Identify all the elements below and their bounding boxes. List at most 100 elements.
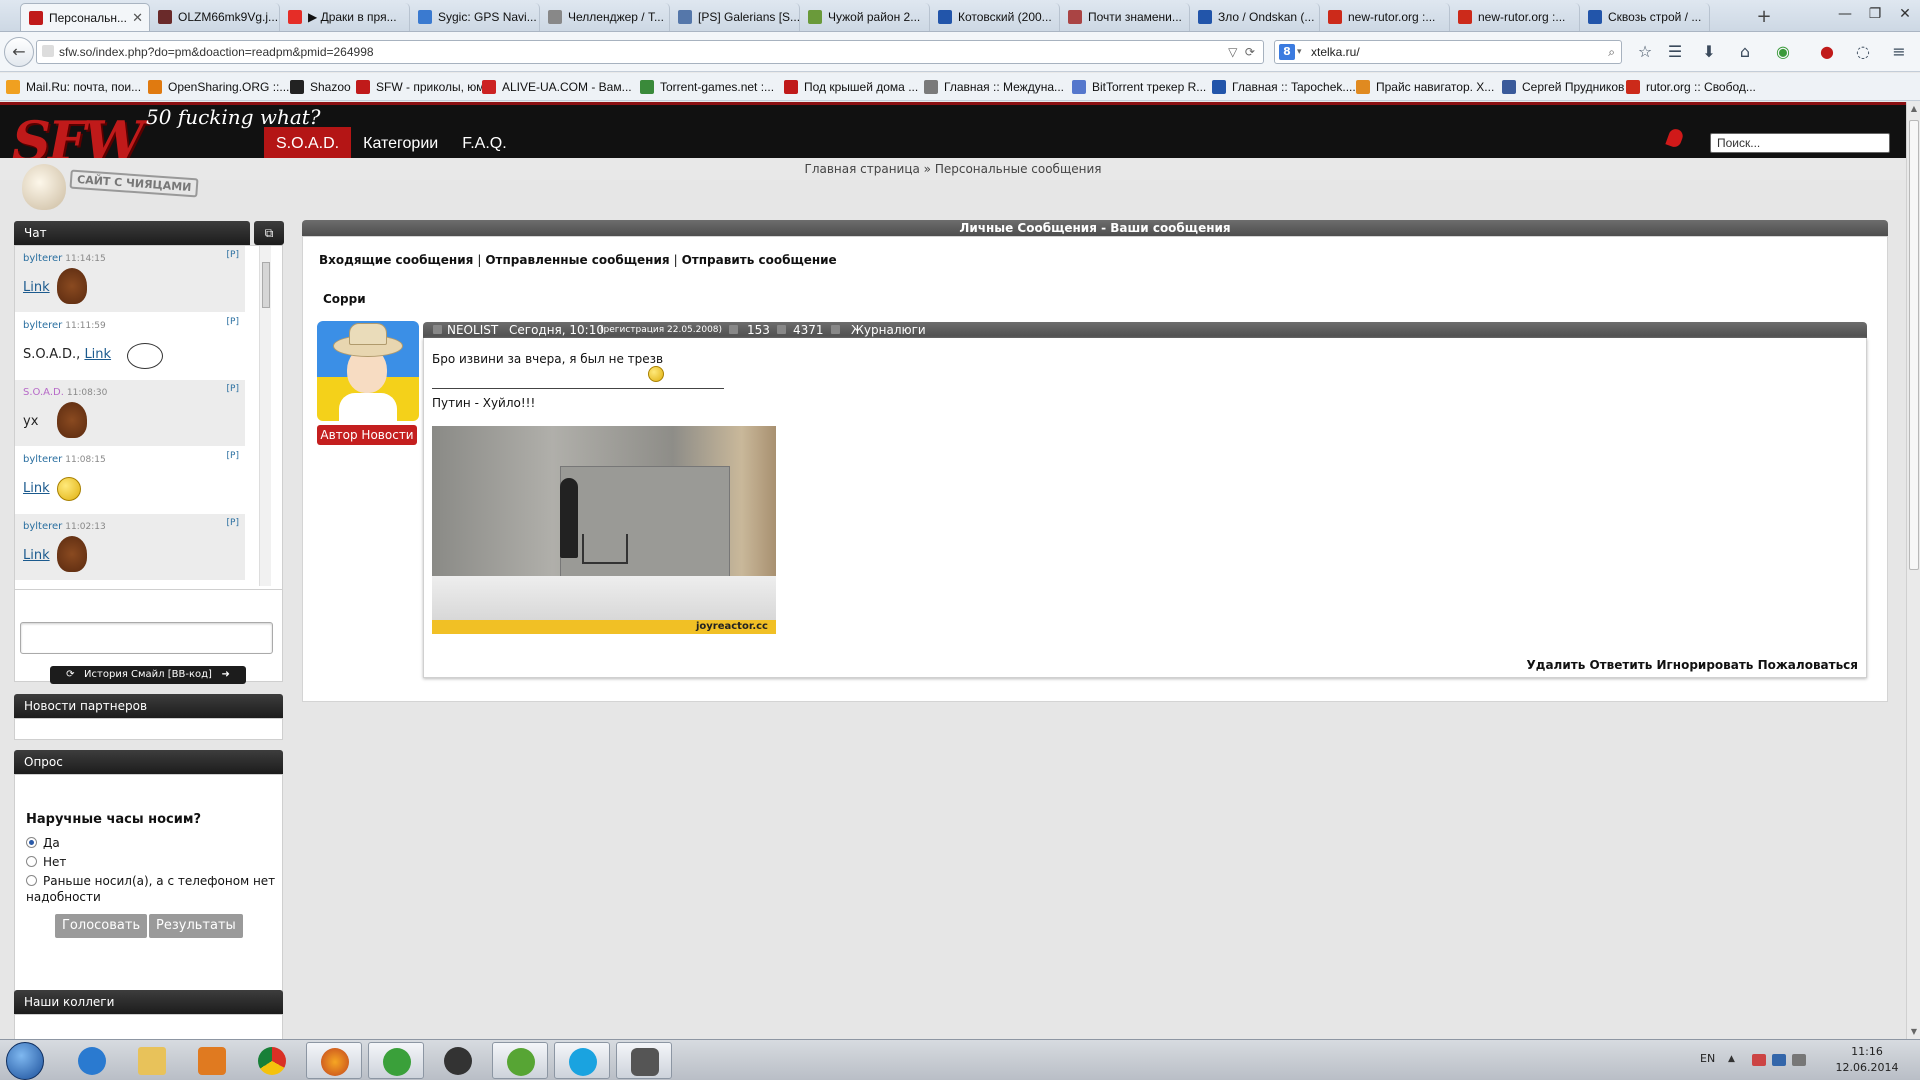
- radio-selected[interactable]: [26, 837, 37, 848]
- reply-link[interactable]: Ответить: [1589, 658, 1652, 672]
- chat-username[interactable]: S.O.A.D.: [23, 387, 64, 398]
- chat-username[interactable]: bylterer: [23, 521, 62, 532]
- taskbar-firefox[interactable]: [306, 1042, 362, 1079]
- start-button[interactable]: [6, 1042, 44, 1080]
- poll-option[interactable]: Раньше носил(а), а с телефоном нет надоб…: [26, 873, 276, 905]
- browser-tab[interactable]: ▶ Драки в пря...: [280, 3, 410, 31]
- close-tab-icon[interactable]: ✕: [132, 4, 143, 31]
- browser-tab[interactable]: Сквозь строй / ...: [1580, 3, 1710, 31]
- home-icon[interactable]: ⌂: [1734, 41, 1756, 63]
- taskbar-media[interactable]: [184, 1042, 240, 1079]
- bookmark-item[interactable]: Под крышей дома ...: [784, 73, 918, 101]
- chat-username[interactable]: bylterer: [23, 454, 62, 465]
- taskbar-explorer[interactable]: [124, 1042, 180, 1079]
- minimize-button[interactable]: —: [1830, 3, 1860, 25]
- inbox-link[interactable]: Входящие сообщения: [319, 253, 473, 267]
- radio[interactable]: [26, 875, 37, 886]
- poll-option[interactable]: Да: [26, 835, 276, 851]
- bookmark-item[interactable]: Прайс навигатор. Х...: [1356, 73, 1494, 101]
- private-message-link[interactable]: [P]: [227, 451, 239, 461]
- sent-link[interactable]: Отправленные сообщения: [485, 253, 669, 267]
- chat-scrollbar[interactable]: [259, 246, 271, 586]
- scroll-up-icon[interactable]: ▲: [1907, 102, 1920, 116]
- chat-link[interactable]: Link: [23, 481, 50, 496]
- taskbar-skype[interactable]: [554, 1042, 610, 1079]
- taskbar-wot[interactable]: [616, 1042, 672, 1079]
- downloads-icon[interactable]: ⬇: [1698, 41, 1720, 63]
- chat-tools-label[interactable]: История Смайл [BB-код]: [84, 669, 212, 680]
- browser-tab[interactable]: Чужой район 2...: [800, 3, 930, 31]
- restore-button[interactable]: ❐: [1860, 3, 1890, 25]
- poll-option[interactable]: Нет: [26, 854, 276, 870]
- scroll-thumb[interactable]: [1909, 120, 1919, 570]
- message-gif[interactable]: joyreactor.cc: [432, 426, 776, 634]
- message-author[interactable]: NEOLIST: [447, 322, 498, 338]
- browser-tab[interactable]: new-rutor.org :...: [1450, 3, 1580, 31]
- taskbar-chrome[interactable]: [244, 1042, 300, 1079]
- menu-item-categories[interactable]: Категории: [351, 127, 450, 161]
- network-icon[interactable]: [1772, 1054, 1786, 1066]
- search-icon[interactable]: ⌕: [1608, 41, 1615, 63]
- report-link[interactable]: Пожаловаться: [1758, 658, 1858, 672]
- menu-item-faq[interactable]: F.A.Q.: [450, 127, 518, 161]
- chat-username[interactable]: bylterer: [23, 253, 62, 264]
- private-message-link[interactable]: [P]: [227, 518, 239, 528]
- taskbar-utorrent[interactable]: [492, 1042, 548, 1079]
- private-message-link[interactable]: [P]: [227, 250, 239, 260]
- browser-tab[interactable]: Sygic: GPS Navi...: [410, 3, 540, 31]
- site-search-input[interactable]: Поиск...: [1710, 133, 1890, 153]
- bookmark-item[interactable]: SFW - приколы, юм...: [356, 73, 494, 101]
- browser-tab[interactable]: Почти знамени...: [1060, 3, 1190, 31]
- browser-tab[interactable]: [PS] Galerians [S...: [670, 3, 800, 31]
- browser-tab[interactable]: OLZM66mk9Vg.j...: [150, 3, 280, 31]
- bookmark-item[interactable]: Torrent-games.net :...: [640, 73, 774, 101]
- ignore-link[interactable]: Игнорировать: [1656, 658, 1753, 672]
- volume-icon[interactable]: [1792, 1054, 1806, 1066]
- browser-tab[interactable]: Котовский (200...: [930, 3, 1060, 31]
- bookmark-item[interactable]: BitTorrent трекер R...: [1072, 73, 1206, 101]
- tray-expand-icon[interactable]: ▲: [1728, 1054, 1742, 1066]
- chat-input[interactable]: [20, 622, 273, 654]
- search-bar[interactable]: 8 ▾ xtelka.ru/ ⌕: [1274, 40, 1622, 64]
- browser-tab[interactable]: new-rutor.org :...: [1320, 3, 1450, 31]
- tray-icon[interactable]: [1752, 1054, 1766, 1066]
- menu-icon[interactable]: ≡: [1888, 41, 1910, 63]
- refresh-icon[interactable]: ⟳: [66, 669, 74, 680]
- taskbar-mail-agent[interactable]: [368, 1042, 424, 1079]
- chat-tools[interactable]: ⟳ История Смайл [BB-код] ➜: [50, 666, 246, 684]
- language-indicator[interactable]: EN: [1700, 1052, 1715, 1065]
- send-arrow-icon[interactable]: ➜: [221, 669, 229, 680]
- scroll-down-icon[interactable]: ▼: [1907, 1025, 1920, 1039]
- chat-link[interactable]: Link: [84, 347, 111, 362]
- url-bar[interactable]: sfw.so/index.php?do=pm&doaction=readpm&p…: [36, 40, 1264, 64]
- url-dropdown-reload-icons[interactable]: ▽ ⟳: [1228, 41, 1255, 63]
- avatar[interactable]: [317, 321, 419, 421]
- bookmark-item[interactable]: Главная :: Tapochek....: [1212, 73, 1356, 101]
- chat-username[interactable]: bylterer: [23, 320, 62, 331]
- chat-popout-icon[interactable]: ⧉: [254, 221, 284, 245]
- search-engine-icon[interactable]: 8: [1279, 44, 1295, 60]
- menu-item-soad[interactable]: S.O.A.D.: [264, 127, 352, 161]
- bookmark-item[interactable]: ALIVE-UA.COM - Вам...: [482, 73, 632, 101]
- bookmark-star-icon[interactable]: ☆: [1634, 41, 1656, 63]
- bookmark-item[interactable]: rutor.org :: Свобод...: [1626, 73, 1756, 101]
- bookmark-item[interactable]: Главная :: Междуна...: [924, 73, 1064, 101]
- page-scrollbar[interactable]: ▲ ▼: [1906, 102, 1920, 1039]
- vote-button[interactable]: Голосовать: [55, 914, 148, 938]
- pin-icon[interactable]: [1665, 127, 1685, 149]
- adblock-icon[interactable]: ●: [1816, 41, 1838, 63]
- clock[interactable]: 11:16 12.06.2014: [1832, 1044, 1902, 1076]
- chevron-down-icon[interactable]: ▾: [1297, 41, 1302, 63]
- bookmark-item[interactable]: Shazoo: [290, 73, 351, 101]
- chat-link[interactable]: Link: [23, 548, 50, 563]
- results-button[interactable]: Результаты: [149, 914, 243, 938]
- bookmark-item[interactable]: OpenSharing.ORG ::...: [148, 73, 289, 101]
- taskbar-ie[interactable]: [64, 1042, 120, 1079]
- browser-tab[interactable]: Персональн... ✕: [20, 3, 150, 31]
- new-tab-button[interactable]: +: [1752, 3, 1776, 31]
- radio[interactable]: [26, 856, 37, 867]
- bookmarks-menu-icon[interactable]: ☰: [1664, 41, 1686, 63]
- private-message-link[interactable]: [P]: [227, 317, 239, 327]
- addon-icon[interactable]: ◉: [1772, 41, 1794, 63]
- bookmark-item[interactable]: Сергей Прудников: [1502, 73, 1624, 101]
